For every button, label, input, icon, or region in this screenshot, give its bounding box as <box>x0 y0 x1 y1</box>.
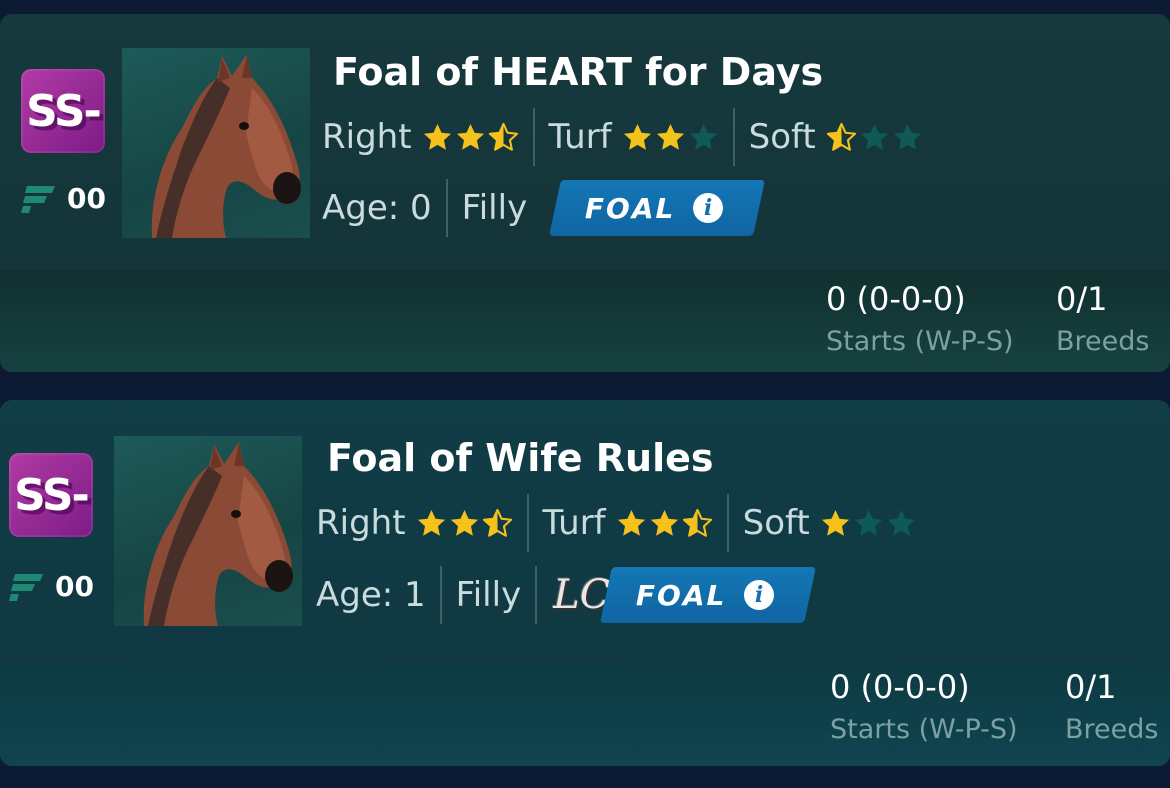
preferences: Right Turf Soft <box>322 107 937 167</box>
horse-name[interactable]: Foal of Wife Rules <box>327 436 714 480</box>
foal-badge-label: FOAL <box>636 578 727 612</box>
pref-surface: Turf <box>535 107 733 167</box>
breeds-label: Breeds <box>1065 714 1159 745</box>
horse-info: Age: 1 Filly LC FOAL i <box>316 565 825 625</box>
starts-value: 0 (0-0-0) <box>830 668 970 706</box>
starts-label: Starts (W-P-S) <box>826 326 1014 357</box>
foal-badge-label: FOAL <box>585 191 676 225</box>
star-icon <box>482 508 512 537</box>
star-rating <box>416 508 513 539</box>
stable-flag-icon <box>21 185 55 213</box>
stable-flag-icon <box>9 573 43 601</box>
grade-badge: SS- <box>21 69 105 153</box>
pref-direction: Right <box>316 493 527 553</box>
starts-stat: 0 (0-0-0) Starts (W-P-S) <box>826 280 1014 357</box>
foal-badge[interactable]: FOAL i <box>600 567 817 623</box>
sex-label: Filly <box>461 188 528 228</box>
card-footer: 0 (0-0-0) Starts (W-P-S) 0/1 Breeds <box>0 270 1170 372</box>
star-rating <box>422 122 519 153</box>
horse-portrait[interactable] <box>114 436 302 626</box>
star-icon <box>682 508 712 537</box>
stable-number: 00 <box>55 570 94 603</box>
pref-label: Soft <box>742 503 810 543</box>
star-icon <box>656 123 684 150</box>
pref-label: Right <box>322 117 412 157</box>
preferences: Right Turf Soft <box>316 493 931 553</box>
pref-label: Soft <box>748 117 816 157</box>
star-icon <box>893 123 921 150</box>
pref-label: Right <box>316 503 406 543</box>
star-icon <box>826 122 856 151</box>
info-icon[interactable]: i <box>693 193 724 223</box>
starts-value: 0 (0-0-0) <box>826 280 966 318</box>
breeds-value: 0/1 <box>1065 668 1117 706</box>
star-icon <box>423 123 451 150</box>
star-icon <box>821 509 849 536</box>
stable-number: 00 <box>67 182 106 215</box>
horse-info: Age: 0 Filly FOAL i <box>322 178 774 238</box>
horse-card[interactable]: SS- 00 Foal of Wife Rules Right Turf Sof… <box>0 400 1170 766</box>
starts-stat: 0 (0-0-0) Starts (W-P-S) <box>830 668 1018 745</box>
pref-condition: Soft <box>729 493 931 553</box>
star-rating <box>616 508 713 539</box>
stable-mark: 00 <box>9 570 94 603</box>
breeds-stat: 0/1 Breeds <box>1065 668 1158 745</box>
breeds-label: Breeds <box>1056 326 1150 357</box>
sex-label: Filly <box>455 575 522 615</box>
horse-card[interactable]: SS- 00 Foal of HEART for Days Right Turf <box>0 14 1170 372</box>
breeds-stat: 0/1 Breeds <box>1056 280 1149 357</box>
pref-label: Turf <box>548 117 612 157</box>
star-rating <box>622 122 719 153</box>
horse-portrait[interactable] <box>122 48 310 238</box>
age-label: Age: 1 <box>316 575 426 615</box>
star-icon <box>854 509 882 536</box>
star-icon <box>623 123 651 150</box>
stable-mark: 00 <box>21 182 106 215</box>
foal-badge[interactable]: FOAL i <box>549 180 766 236</box>
star-icon <box>860 123 888 150</box>
age-label: Age: 0 <box>322 188 432 228</box>
star-icon <box>488 122 518 151</box>
pref-direction: Right <box>322 107 533 167</box>
pref-condition: Soft <box>735 107 937 167</box>
breeds-value: 0/1 <box>1056 280 1108 318</box>
info-icon[interactable]: i <box>744 580 775 610</box>
star-icon <box>456 123 484 150</box>
horse-name[interactable]: Foal of HEART for Days <box>333 50 823 94</box>
star-icon <box>450 509 478 536</box>
grade-badge: SS- <box>9 453 93 537</box>
star-icon <box>689 123 717 150</box>
star-icon <box>887 509 915 536</box>
star-icon <box>650 509 678 536</box>
star-rating <box>820 508 917 539</box>
pref-label: Turf <box>542 503 606 543</box>
pref-surface: Turf <box>529 493 727 553</box>
star-rating <box>826 122 923 153</box>
card-footer: 0 (0-0-0) Starts (W-P-S) 0/1 Breeds <box>0 660 1170 766</box>
starts-label: Starts (W-P-S) <box>830 714 1018 745</box>
star-icon <box>617 509 645 536</box>
star-icon <box>417 509 445 536</box>
